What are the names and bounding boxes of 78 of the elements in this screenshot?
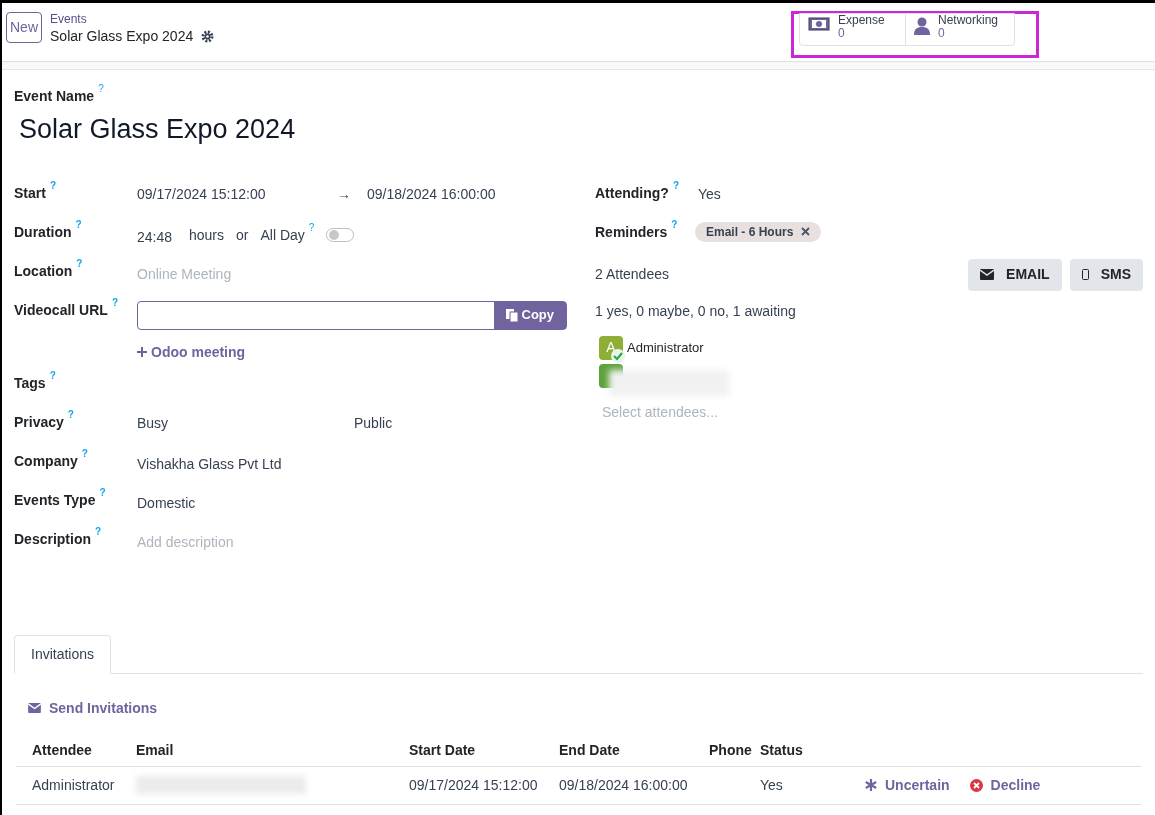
help-mark[interactable]: ? [75, 219, 82, 230]
envelope-icon [980, 269, 995, 280]
url-field[interactable]: Copy [137, 300, 567, 330]
cancel-icon [969, 778, 983, 792]
help-mark[interactable]: ? [76, 258, 83, 269]
field-label: Company [14, 451, 78, 471]
help-mark[interactable]: ? [49, 370, 56, 381]
table-cell-text: 09/18/2024 16:00:00 [559, 775, 689, 795]
send-invitations-link[interactable]: Send Invitations [28, 697, 158, 719]
banknote-icon [808, 17, 830, 31]
person-icon [914, 17, 930, 35]
field-label: Videocall URL [14, 300, 108, 320]
help-mark[interactable]: ? [111, 297, 118, 308]
stat-button[interactable]: Expense 0 [800, 14, 906, 45]
copy-icon [505, 308, 518, 322]
table-cell-text: Yes [760, 775, 784, 795]
help-mark[interactable]: ? [308, 222, 315, 233]
remove-icon[interactable] [801, 227, 811, 236]
attendee-count: 2 Attendees [595, 265, 669, 284]
allday-toggle[interactable] [326, 228, 355, 242]
envelope-icon [28, 703, 41, 713]
response-button[interactable]: Decline [969, 774, 1041, 796]
column-header[interactable]: Phone [709, 739, 760, 761]
copy-button[interactable]: Copy [493, 301, 566, 329]
duration-value[interactable]: 24:48 [137, 226, 177, 248]
field-label: Events Type [14, 490, 96, 510]
or-text: or [236, 225, 249, 245]
allday-label: All Day [260, 225, 305, 245]
help-mark[interactable]: ? [81, 448, 88, 459]
phone-icon [1081, 269, 1089, 280]
help-mark[interactable]: ? [95, 526, 102, 537]
field-label: Location [14, 261, 73, 281]
attendance-summary: 1 yes, 0 maybe, 0 no, 1 awaiting [595, 301, 797, 321]
field-value[interactable]: Domestic [137, 494, 196, 511]
breadcrumb-link[interactable]: Events [50, 12, 215, 26]
gear-icon[interactable] [201, 30, 215, 43]
contact-button[interactable]: EMAIL [968, 258, 1062, 291]
stat-button[interactable]: Networking 0 [906, 14, 1014, 45]
field-value[interactable]: Vishakha Glass Pvt Ltd [137, 455, 282, 472]
column-header[interactable]: Start Date [409, 739, 559, 761]
tab[interactable]: Invitations [14, 634, 112, 674]
help-mark[interactable]: ? [98, 84, 104, 94]
contact-button[interactable]: SMS [1069, 258, 1143, 291]
help-mark[interactable]: ? [99, 487, 106, 498]
new-button[interactable]: New [6, 12, 42, 43]
field-label: Privacy [14, 412, 64, 432]
field-label: Attending? [595, 183, 669, 203]
event-name-field[interactable]: Solar Glass Expo 2024 [14, 109, 1143, 150]
reminder-tag: Email - 6 Hours [695, 221, 822, 242]
arrow-icon: → [337, 183, 367, 205]
attendee-name[interactable]: Administrator [627, 337, 704, 358]
field-label: Description [14, 529, 91, 549]
column-header[interactable]: Email [136, 739, 409, 761]
field-label: Event Name [14, 87, 95, 106]
column-header[interactable]: End Date [559, 739, 709, 761]
table-cell-text: Administrator [31, 775, 116, 795]
table-cell-text: 09/17/2024 15:12:00 [409, 775, 539, 795]
response-button[interactable]: Uncertain [865, 774, 950, 796]
asterisk-icon [865, 779, 877, 791]
field-label: Reminders [595, 222, 668, 242]
end-datetime[interactable]: 09/18/2024 16:00:00 [367, 183, 496, 205]
odoo-meeting-link[interactable]: Odoo meeting [137, 341, 567, 363]
field-value[interactable]: Yes [698, 182, 721, 205]
unit-text: hours [189, 225, 225, 245]
help-mark[interactable]: ? [672, 180, 679, 191]
field-label: Tags [14, 373, 46, 393]
help-mark[interactable]: ? [671, 219, 678, 230]
field-value[interactable]: Busy [137, 412, 354, 434]
column-header[interactable]: Status [760, 739, 840, 761]
field-label: Duration [14, 222, 72, 242]
field-value[interactable]: Public [354, 412, 393, 434]
column-header[interactable]: Attendee [16, 739, 136, 761]
field-label: Start [14, 183, 46, 203]
record-title: Solar Glass Expo 2024 [50, 27, 194, 46]
help-mark[interactable]: ? [49, 180, 56, 191]
help-mark[interactable]: ? [67, 409, 74, 420]
start-datetime[interactable]: 09/17/2024 15:12:00 [137, 183, 337, 205]
plus-icon [137, 347, 147, 357]
